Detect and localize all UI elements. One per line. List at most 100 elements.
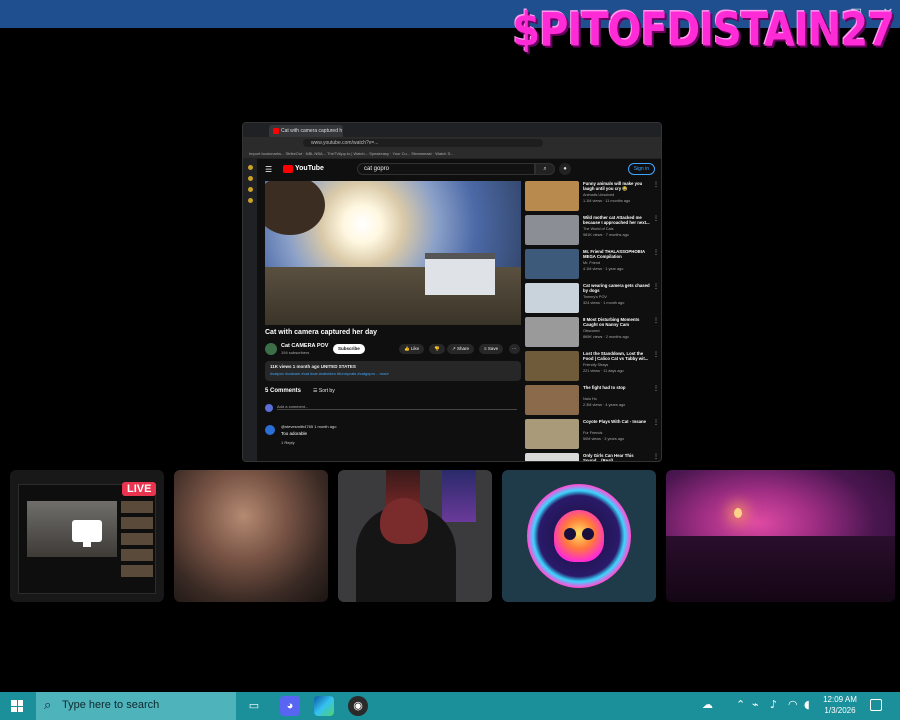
- bookmarks-bar[interactable]: Import bookmarks... StrikeOut · NBL NBA.…: [243, 149, 661, 159]
- recommendation-thumbnail[interactable]: [525, 317, 579, 347]
- dislike-button[interactable]: 👎: [429, 344, 445, 354]
- url-field[interactable]: www.youtube.com/watch?v=...: [303, 139, 543, 147]
- video-description[interactable]: 11K views 1 month ago UNITED STATES #cat…: [265, 361, 521, 381]
- webcam-tile-4[interactable]: [502, 470, 656, 602]
- video-title: Cat with camera captured her day: [265, 329, 378, 336]
- hashtags-line[interactable]: #catpov #catcam #cat #cat #catvideo #fun…: [270, 371, 516, 376]
- recommendation-title[interactable]: The fight had to stop: [583, 385, 651, 396]
- recommendation-item[interactable]: Wild mother cat Attacked me because I ap…: [525, 215, 659, 249]
- recommendation-title[interactable]: 8 Most Disturbing Moments Caught on Nann…: [583, 317, 651, 328]
- search-input[interactable]: cat gopro: [357, 163, 535, 175]
- live-badge: LIVE: [122, 482, 157, 496]
- recommendation-thumbnail[interactable]: [525, 453, 579, 461]
- recommendation-thumbnail[interactable]: [525, 249, 579, 279]
- recommendation-item[interactable]: Coyote Plays With Cat - Insane Fur Friend…: [525, 419, 659, 453]
- recommendation-item[interactable]: 8 Most Disturbing Moments Caught on Nann…: [525, 317, 659, 351]
- recommendation-thumbnail[interactable]: [525, 385, 579, 415]
- comment-actions[interactable]: 1 Reply: [281, 440, 295, 445]
- microphone-icon[interactable]: ♪: [770, 698, 777, 711]
- more-options-icon[interactable]: ⋮: [653, 249, 659, 256]
- sidebar-icon[interactable]: [247, 198, 253, 203]
- sign-in-button[interactable]: Sign in: [627, 163, 655, 175]
- webcam-tile-2[interactable]: [174, 470, 328, 602]
- recommendations-list: Funny animals will make you laugh until …: [525, 181, 659, 461]
- screen-share-tile[interactable]: LIVE: [10, 470, 164, 602]
- recommendation-thumbnail[interactable]: [525, 351, 579, 381]
- microphone-icon[interactable]: ●: [559, 163, 571, 175]
- chevron-up-icon[interactable]: ⌃: [736, 698, 745, 711]
- recommendation-thumbnail[interactable]: [525, 283, 579, 313]
- recommendation-title[interactable]: Wild mother cat Attacked me because I ap…: [583, 215, 651, 226]
- weather-icon[interactable]: ☁: [702, 698, 713, 711]
- more-options-icon[interactable]: ⋮: [653, 351, 659, 358]
- recommendation-title[interactable]: Lost the Standdown, Lost the Food | Cali…: [583, 351, 651, 362]
- recommendation-title[interactable]: Mr. Friend THALASSOPHOBIA MEGA Compilati…: [583, 249, 651, 260]
- recommendation-channel[interactable]: Animalis Unsolved: [583, 193, 614, 197]
- more-options-icon[interactable]: ⋮: [653, 283, 659, 290]
- recommendation-channel[interactable]: Tommy's POV: [583, 295, 607, 299]
- lamp-light: [734, 508, 742, 518]
- more-options-icon[interactable]: ⋮: [653, 453, 659, 460]
- more-options-icon[interactable]: ⋮: [653, 419, 659, 426]
- notification-icon[interactable]: [870, 699, 882, 711]
- system-clock[interactable]: 12:09 AM 1/3/2026: [818, 694, 862, 716]
- recommendation-item[interactable]: Cat wearing camera gets chased by dogs To…: [525, 283, 659, 317]
- video-player[interactable]: [265, 181, 521, 325]
- recommendation-meta: 2.3M views · 4 years ago: [583, 403, 626, 407]
- share-button[interactable]: ↗ Share: [447, 344, 475, 354]
- subscribe-button[interactable]: Subscribe: [333, 344, 365, 354]
- add-comment-field[interactable]: Add a comment...: [277, 404, 517, 410]
- sidebar-icon[interactable]: [247, 176, 253, 181]
- taskbar-search-box[interactable]: ⌕ Type here to search: [36, 692, 236, 720]
- recommendation-thumbnail[interactable]: [525, 419, 579, 449]
- more-options-icon[interactable]: ⋮: [653, 215, 659, 222]
- channel-name[interactable]: Cat CAMERA POV: [281, 343, 328, 349]
- recommendation-channel[interactable]: The World of Cats: [583, 227, 614, 231]
- recommendation-channel[interactable]: Nalu Ho: [583, 397, 597, 401]
- start-button[interactable]: [0, 692, 34, 720]
- hamburger-menu-icon[interactable]: ☰: [265, 165, 272, 174]
- browser-window-capture: Cat with camera captured h www.youtube.c…: [242, 122, 662, 462]
- comment-author[interactable]: @stevesmith4765 1 month ago: [281, 424, 336, 429]
- search-icon[interactable]: ⌕: [535, 163, 555, 175]
- sidebar-icon[interactable]: [247, 165, 253, 170]
- webcam-tile-5[interactable]: [666, 470, 895, 602]
- commenter-avatar[interactable]: [265, 425, 275, 435]
- recommendation-channel[interactable]: Mr. Friend: [583, 261, 600, 265]
- recommendation-thumbnail[interactable]: [525, 215, 579, 245]
- more-options-icon[interactable]: ⋮: [653, 317, 659, 324]
- recommendation-channel[interactable]: Friendly Strays: [583, 363, 608, 367]
- search-icon: ⌕: [44, 698, 52, 713]
- more-options-icon[interactable]: ⋮: [653, 385, 659, 392]
- webcam-tile-3[interactable]: [338, 470, 492, 602]
- recommendation-title[interactable]: Cat wearing camera gets chased by dogs: [583, 283, 651, 294]
- edge-icon[interactable]: [314, 696, 334, 716]
- sidebar-icon[interactable]: [247, 187, 253, 192]
- sort-comments-button[interactable]: ☰ Sort by: [313, 388, 335, 394]
- wifi-icon[interactable]: ◠: [788, 698, 798, 711]
- more-options-icon[interactable]: ⋮: [653, 181, 659, 188]
- recommendation-title[interactable]: Only Girls Can Hear This Sound... (Real): [583, 453, 651, 461]
- recommendation-item[interactable]: Funny animals will make you laugh until …: [525, 181, 659, 215]
- recommendation-channel[interactable]: Obscured: [583, 329, 599, 333]
- recommendation-item[interactable]: Lost the Standdown, Lost the Food | Cali…: [525, 351, 659, 385]
- add-comment-row[interactable]: Add a comment...: [265, 403, 521, 413]
- more-actions-icon[interactable]: ⋯: [509, 344, 520, 354]
- recommendation-thumbnail[interactable]: [525, 181, 579, 211]
- recommendation-title[interactable]: Coyote Plays With Cat - Insane: [583, 419, 651, 430]
- obs-icon[interactable]: ◉: [348, 696, 368, 716]
- like-button[interactable]: 👍 Like: [399, 344, 425, 354]
- browser-tab[interactable]: Cat with camera captured h: [269, 125, 343, 137]
- task-view-icon[interactable]: ▭: [244, 696, 264, 716]
- recommendation-channel[interactable]: Fur Friends: [583, 431, 602, 435]
- youtube-logo[interactable]: YouTube: [283, 164, 324, 174]
- save-button[interactable]: ≡ Save: [479, 344, 504, 354]
- network-icon[interactable]: ⌁: [752, 698, 759, 711]
- discord-icon[interactable]: ◕: [280, 696, 300, 716]
- channel-avatar[interactable]: [265, 343, 277, 355]
- recommendation-title[interactable]: Funny animals will make you laugh until …: [583, 181, 651, 192]
- volume-icon[interactable]: ◖: [804, 698, 810, 711]
- recommendation-item[interactable]: Only Girls Can Hear This Sound... (Real)…: [525, 453, 659, 461]
- recommendation-item[interactable]: Mr. Friend THALASSOPHOBIA MEGA Compilati…: [525, 249, 659, 283]
- recommendation-item[interactable]: The fight had to stop Nalu Ho 2.3M views ·…: [525, 385, 659, 419]
